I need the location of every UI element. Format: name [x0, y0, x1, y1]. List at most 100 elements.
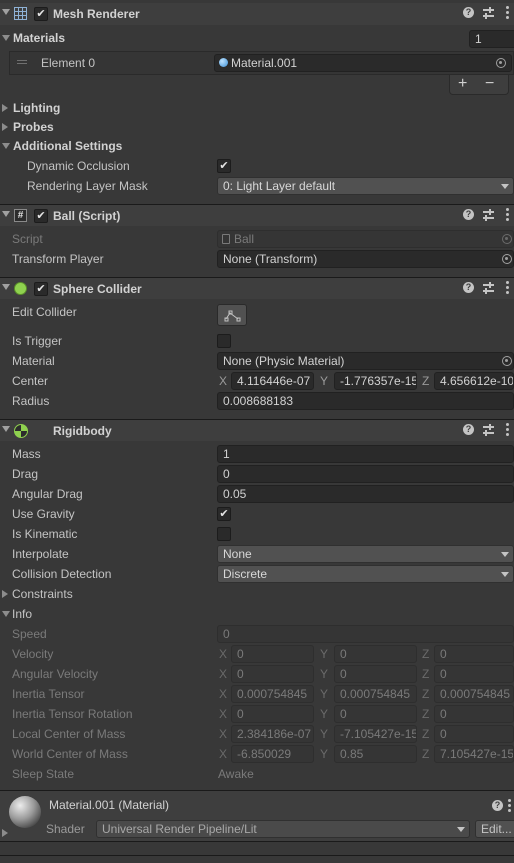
kebab-menu-icon[interactable] — [505, 6, 509, 20]
sphere-collider-header[interactable]: Sphere Collider ? — [0, 277, 514, 299]
center-y-label[interactable]: Y — [320, 374, 328, 388]
drag-field[interactable]: 0 — [217, 465, 514, 483]
constraints-fold-icon[interactable] — [2, 590, 8, 598]
remove-element-button[interactable]: − — [485, 75, 494, 93]
collapse-arrow-icon[interactable] — [2, 284, 10, 290]
object-picker-icon[interactable] — [496, 58, 506, 68]
mesh-renderer-icon — [14, 7, 27, 20]
center-z-field[interactable]: 4.656612e-10 — [434, 372, 514, 390]
center-x-label[interactable]: X — [219, 374, 227, 388]
help-icon[interactable]: ? — [463, 424, 474, 435]
edit-collider-button[interactable] — [217, 304, 247, 326]
kebab-menu-icon[interactable] — [505, 423, 509, 437]
help-icon[interactable]: ? — [463, 282, 474, 293]
sleep-state-label: Sleep State — [12, 767, 75, 781]
constraints-foldout[interactable]: Constraints — [12, 587, 73, 601]
inertia-tensor-z-field: 0.000754845 — [434, 685, 514, 703]
angular-velocity-label: Angular Velocity — [12, 667, 99, 681]
probes-fold-icon[interactable] — [2, 123, 8, 131]
world-com-x-field: -6.850029 — [231, 745, 314, 763]
info-fold-icon[interactable] — [2, 611, 10, 617]
local-com-y-field: -7.105427e-15 — [334, 725, 417, 743]
kebab-menu-icon[interactable] — [505, 208, 509, 222]
edit-collider-label: Edit Collider — [12, 305, 77, 319]
inertia-tensor-x-label: X — [219, 687, 228, 701]
object-picker-icon[interactable] — [502, 254, 512, 264]
collapse-arrow-icon[interactable] — [2, 211, 10, 217]
center-z-label[interactable]: Z — [422, 374, 429, 388]
velocity-z-field: 0 — [434, 645, 514, 663]
lighting-fold-icon[interactable] — [2, 104, 8, 112]
script-value: Ball — [234, 232, 255, 246]
kebab-menu-icon[interactable] — [505, 281, 509, 295]
ball-script-header[interactable]: # Ball (Script) ? — [0, 204, 514, 226]
presets-icon[interactable] — [483, 424, 494, 436]
angular-drag-field[interactable]: 0.05 — [217, 485, 514, 503]
presets-icon[interactable] — [483, 282, 494, 294]
object-picker-icon — [502, 234, 512, 244]
component-title: Mesh Renderer — [53, 7, 140, 21]
collapse-arrow-icon[interactable] — [2, 426, 10, 432]
collider-material-field[interactable]: None (Physic Material) — [217, 352, 514, 370]
script-label: Script — [12, 232, 43, 246]
add-element-button[interactable]: + — [458, 75, 467, 93]
dynamic-occlusion-checkbox[interactable] — [217, 159, 231, 173]
mesh-renderer-enabled-checkbox[interactable] — [34, 7, 48, 21]
materials-label: Materials — [13, 31, 66, 45]
element-0-material-field[interactable]: Material.001 — [214, 54, 512, 72]
additional-settings-fold-icon[interactable] — [2, 143, 10, 149]
lighting-foldout[interactable]: Lighting — [13, 101, 60, 115]
script-icon: # — [14, 209, 27, 222]
help-icon[interactable]: ? — [463, 209, 474, 220]
component-title: Rigidbody — [53, 424, 112, 438]
shader-dropdown[interactable]: Universal Render Pipeline/Lit — [96, 820, 470, 838]
world-com-y-field: 0.85 — [334, 745, 417, 763]
interpolate-label: Interpolate — [12, 547, 69, 561]
inertia-rotation-y-label: Y — [320, 707, 329, 721]
material-icon — [219, 58, 228, 67]
probes-foldout[interactable]: Probes — [13, 120, 54, 134]
help-icon[interactable]: ? — [463, 7, 474, 18]
additional-settings-foldout[interactable]: Additional Settings — [13, 139, 122, 153]
script-field: Ball — [217, 230, 514, 248]
collision-detection-dropdown[interactable]: Discrete — [217, 565, 514, 583]
presets-icon[interactable] — [483, 209, 494, 221]
material-fold-icon[interactable] — [2, 829, 8, 837]
interpolate-dropdown[interactable]: None — [217, 545, 514, 563]
local-com-z-field: 0 — [434, 725, 514, 743]
is-kinematic-label: Is Kinematic — [12, 527, 78, 541]
inertia-rotation-label: Inertia Tensor Rotation — [12, 707, 133, 721]
rendering-layer-dropdown[interactable]: 0: Light Layer default — [217, 177, 514, 195]
materials-size-field[interactable]: 1 — [469, 30, 514, 48]
is-trigger-checkbox[interactable] — [217, 334, 231, 348]
velocity-x-field: 0 — [231, 645, 314, 663]
local-com-x-field: 2.384186e-07 — [231, 725, 314, 743]
material-title: Material.001 (Material) — [49, 798, 170, 812]
sphere-collider-enabled-checkbox[interactable] — [34, 282, 48, 296]
mass-field[interactable]: 1 — [217, 445, 514, 463]
materials-fold-icon[interactable] — [2, 35, 10, 41]
inspector-footer — [0, 842, 514, 863]
transform-player-field[interactable]: None (Transform) — [217, 250, 514, 268]
world-com-z-field: 7.105427e-15 — [434, 745, 514, 763]
sphere-collider-icon — [14, 282, 27, 295]
inertia-tensor-label: Inertia Tensor — [12, 687, 85, 701]
center-x-field[interactable]: 4.116446e-07 — [231, 372, 314, 390]
radius-field[interactable]: 0.008688183 — [217, 392, 514, 410]
help-icon[interactable]: ? — [492, 800, 503, 811]
drag-handle-icon[interactable] — [17, 60, 27, 61]
ball-script-enabled-checkbox[interactable] — [34, 209, 48, 223]
rigidbody-header[interactable]: Rigidbody ? — [0, 419, 514, 441]
presets-icon[interactable] — [483, 7, 494, 19]
component-title: Sphere Collider — [53, 282, 142, 296]
kebab-menu-icon[interactable] — [507, 799, 511, 813]
collapse-arrow-icon[interactable] — [2, 9, 10, 15]
use-gravity-checkbox[interactable] — [217, 507, 231, 521]
collider-material-label: Material — [12, 354, 55, 368]
mesh-renderer-header[interactable]: Mesh Renderer ? — [0, 3, 514, 25]
edit-shader-button[interactable]: Edit... — [475, 820, 514, 838]
info-foldout[interactable]: Info — [12, 607, 32, 621]
center-y-field[interactable]: -1.776357e-15 — [334, 372, 417, 390]
object-picker-icon[interactable] — [502, 356, 512, 366]
is-kinematic-checkbox[interactable] — [217, 527, 231, 541]
